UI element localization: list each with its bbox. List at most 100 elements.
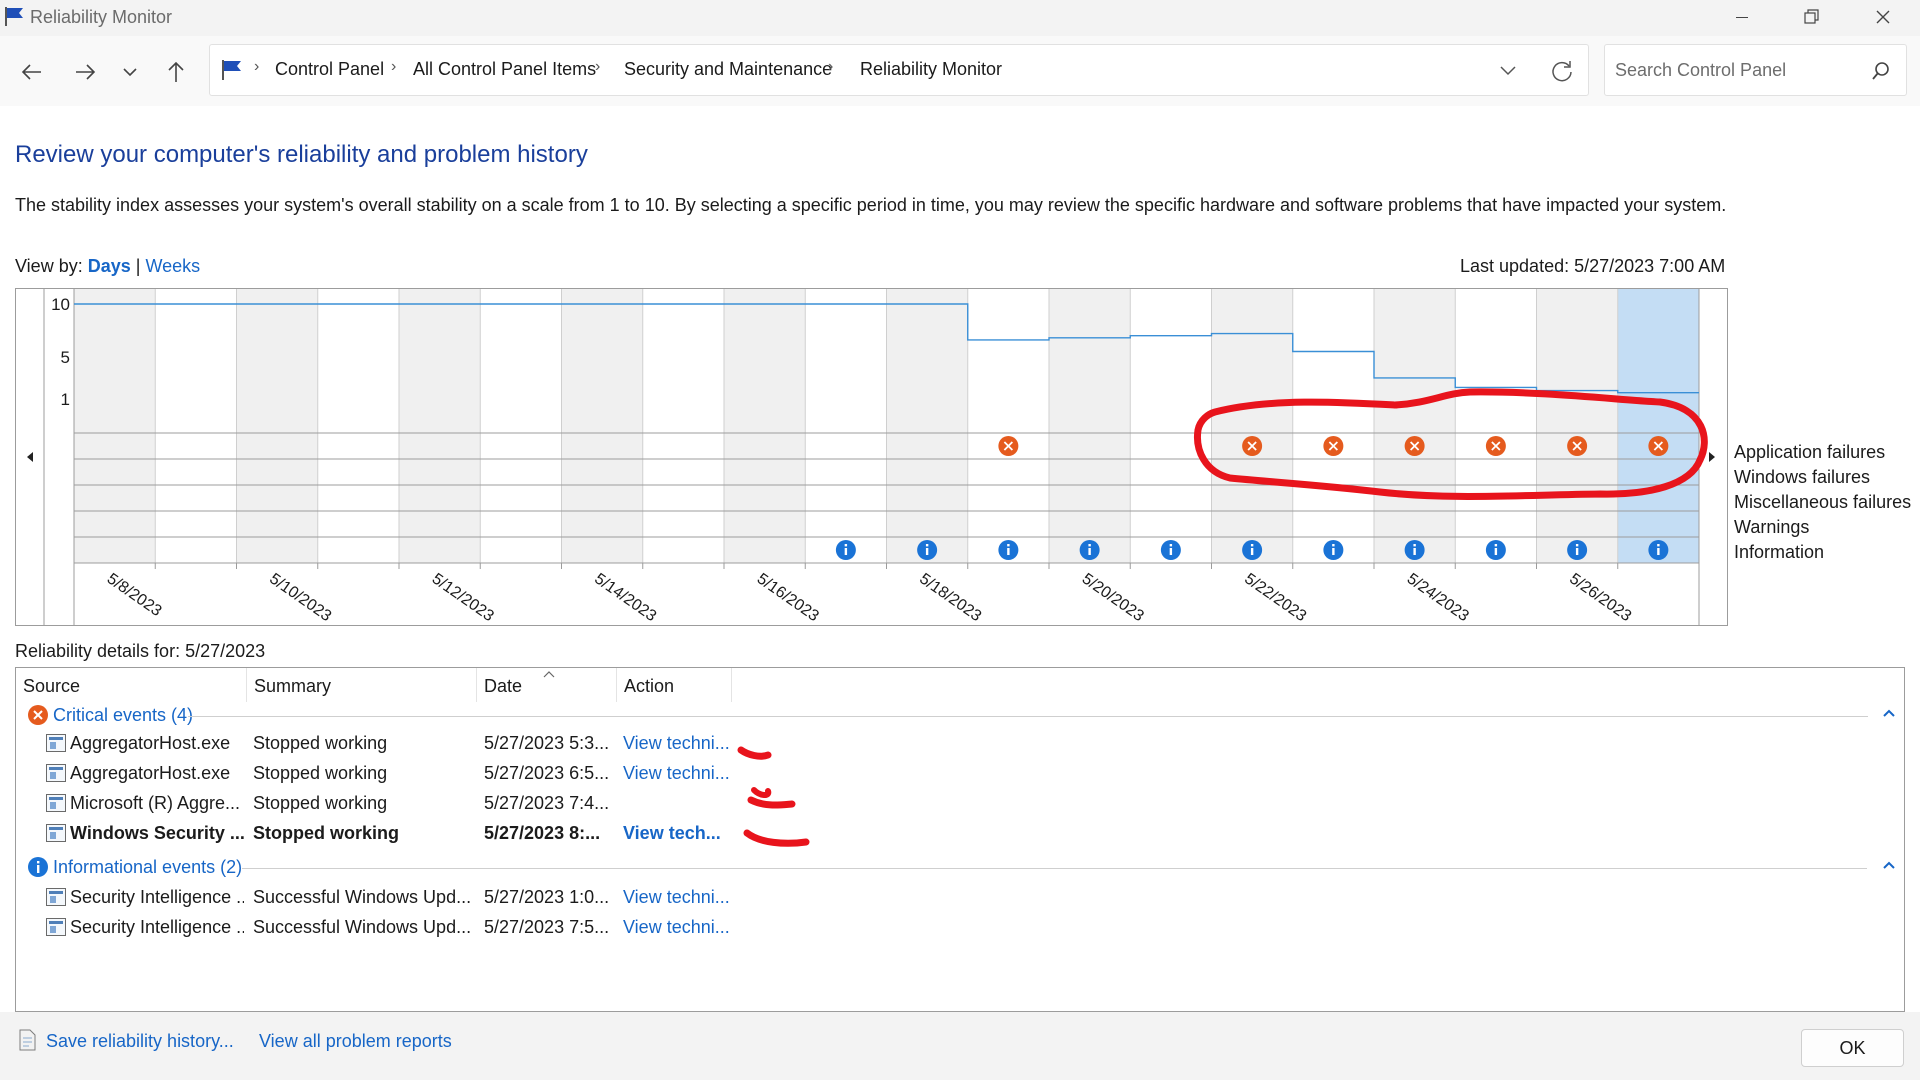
column-divider[interactable]: [616, 668, 617, 702]
breadcrumb-security-maintenance[interactable]: Security and Maintenance: [624, 59, 832, 80]
table-row[interactable]: AggregatorHost.exe Stopped working 5/27/…: [16, 729, 1896, 757]
last-updated-text: Last updated: 5/27/2023 7:00 AM: [1460, 256, 1726, 276]
chart-day-column[interactable]: [1455, 289, 1537, 563]
column-divider[interactable]: [476, 668, 477, 702]
back-button[interactable]: [14, 54, 50, 90]
chart-day-column[interactable]: [1049, 289, 1131, 563]
chart-day-column[interactable]: [1211, 289, 1293, 563]
column-header-action[interactable]: Action: [624, 676, 674, 697]
view-technical-details-link[interactable]: View techni...: [623, 887, 733, 908]
info-i-stem: [1088, 548, 1091, 555]
legend-windows-failures: Windows failures: [1734, 467, 1871, 487]
reliability-details-label: Reliability details for: 5/27/2023: [15, 641, 266, 661]
info-i-dot: [1088, 544, 1091, 547]
reliability-chart-svg[interactable]: 10 5 1 5/8/2023 5/10/2023 5/12/2023 5/14/2023 5…: [16, 289, 1727, 625]
save-reliability-history-link[interactable]: Save reliability history...: [46, 1031, 234, 1052]
column-header-summary[interactable]: Summary: [254, 676, 331, 697]
chart-day-column[interactable]: [724, 289, 806, 563]
scroll-right-icon[interactable]: [1709, 452, 1715, 462]
chart-day-column[interactable]: [1617, 289, 1699, 563]
view-all-problem-reports-link[interactable]: View all problem reports: [259, 1031, 452, 1052]
collapse-critical-button[interactable]: [1882, 706, 1896, 722]
chart-day-column[interactable]: [1374, 289, 1456, 563]
view-by-weeks-link[interactable]: Weeks: [145, 256, 200, 276]
row-source: Security Intelligence ...: [70, 917, 244, 937]
view-technical-details-link[interactable]: View techni...: [623, 763, 733, 784]
view-technical-details-link[interactable]: View techni...: [623, 733, 733, 754]
view-by-separator: |: [135, 256, 141, 276]
table-row[interactable]: Microsoft (R) Aggre... Stopped working 5…: [16, 789, 1896, 817]
row-source: AggregatorHost.exe: [70, 733, 231, 753]
reliability-chart[interactable]: 10 5 1 5/8/2023 5/10/2023 5/12/2023 5/14/2023 5…: [15, 288, 1728, 626]
chart-day-column[interactable]: [1130, 289, 1212, 563]
column-header-date[interactable]: Date: [484, 676, 522, 697]
view-by-days-link[interactable]: Days: [88, 256, 131, 276]
y-axis-tick-label: 1: [61, 390, 70, 409]
row-date: 5/27/2023 7:5...: [484, 917, 610, 937]
search-input[interactable]: Search Control Panel: [1604, 44, 1907, 96]
breadcrumb-reliability-monitor[interactable]: Reliability Monitor: [860, 59, 1002, 80]
close-button[interactable]: [1853, 0, 1913, 36]
chevron-up-icon: [1883, 709, 1895, 717]
x-axis-date-label: 5/20/2023: [1079, 570, 1147, 625]
breadcrumb-control-panel[interactable]: Control Panel: [275, 59, 384, 80]
chevron-right-icon: ›: [595, 58, 601, 75]
row-source: AggregatorHost.exe: [70, 763, 231, 783]
chart-day-column[interactable]: [74, 289, 156, 563]
refresh-button[interactable]: [1546, 55, 1578, 87]
search-icon[interactable]: [1870, 60, 1892, 82]
chevron-down-icon: [1500, 66, 1516, 76]
up-button[interactable]: [158, 54, 194, 90]
table-row-selected[interactable]: Windows Security ... Stopped working 5/2…: [16, 819, 1896, 847]
table-row[interactable]: Security Intelligence ... Successful Win…: [16, 883, 1896, 911]
info-i-dot: [1657, 544, 1660, 547]
chart-day-column[interactable]: [1292, 289, 1374, 563]
control-panel-flag-icon: [222, 60, 241, 80]
restore-button[interactable]: [1782, 0, 1842, 36]
chart-day-column[interactable]: [886, 289, 968, 563]
column-header-source[interactable]: Source: [23, 676, 80, 697]
row-summary: Successful Windows Upd...: [253, 887, 472, 907]
view-technical-details-link[interactable]: View tech...: [623, 823, 733, 844]
x-axis-date-label: 5/12/2023: [429, 570, 497, 625]
address-dropdown-button[interactable]: [1494, 57, 1522, 85]
row-source: Microsoft (R) Aggre...: [70, 793, 241, 813]
chart-day-column[interactable]: [399, 289, 481, 563]
critical-events-header[interactable]: Critical events (4): [53, 705, 193, 726]
chart-day-column[interactable]: [805, 289, 887, 563]
view-technical-details-link[interactable]: View techni...: [623, 917, 733, 938]
chart-day-column[interactable]: [1536, 289, 1618, 563]
chart-day-column[interactable]: [642, 289, 724, 563]
table-row[interactable]: AggregatorHost.exe Stopped working 5/27/…: [16, 759, 1896, 787]
restore-icon: [1804, 9, 1819, 24]
reliability-flag-icon: [5, 7, 23, 26]
chart-day-column[interactable]: [480, 289, 562, 563]
chart-day-column[interactable]: [967, 289, 1049, 563]
chevron-up-icon: [1883, 861, 1895, 869]
ok-button[interactable]: OK: [1801, 1029, 1904, 1067]
column-divider[interactable]: [246, 668, 247, 702]
chart-day-column[interactable]: [561, 289, 643, 563]
group-divider: [242, 868, 1867, 869]
chart-day-column[interactable]: [155, 289, 237, 563]
info-i-dot: [1575, 544, 1579, 547]
forward-button[interactable]: [67, 54, 103, 90]
minimize-button[interactable]: [1712, 0, 1772, 36]
chevron-down-icon: [123, 68, 137, 77]
collapse-informational-button[interactable]: [1882, 858, 1896, 874]
chart-day-column[interactable]: [317, 289, 399, 563]
informational-events-header[interactable]: Informational events (2): [53, 857, 242, 878]
recent-locations-button[interactable]: [112, 54, 148, 90]
application-icon: [46, 734, 66, 752]
legend-application-failures: Application failures: [1734, 442, 1886, 462]
column-divider[interactable]: [731, 668, 732, 702]
info-i-dot: [1494, 544, 1498, 547]
scroll-left-icon[interactable]: [27, 452, 33, 462]
chart-day-column[interactable]: [236, 289, 318, 563]
legend-warnings: Warnings: [1734, 517, 1810, 537]
address-bar[interactable]: › Control Panel › All Control Panel Item…: [209, 44, 1589, 96]
breadcrumb-all-items[interactable]: All Control Panel Items: [413, 59, 596, 80]
table-row[interactable]: Security Intelligence ... Successful Win…: [16, 913, 1896, 941]
row-source: Windows Security ...: [70, 823, 244, 843]
info-i-dot: [1007, 544, 1010, 547]
